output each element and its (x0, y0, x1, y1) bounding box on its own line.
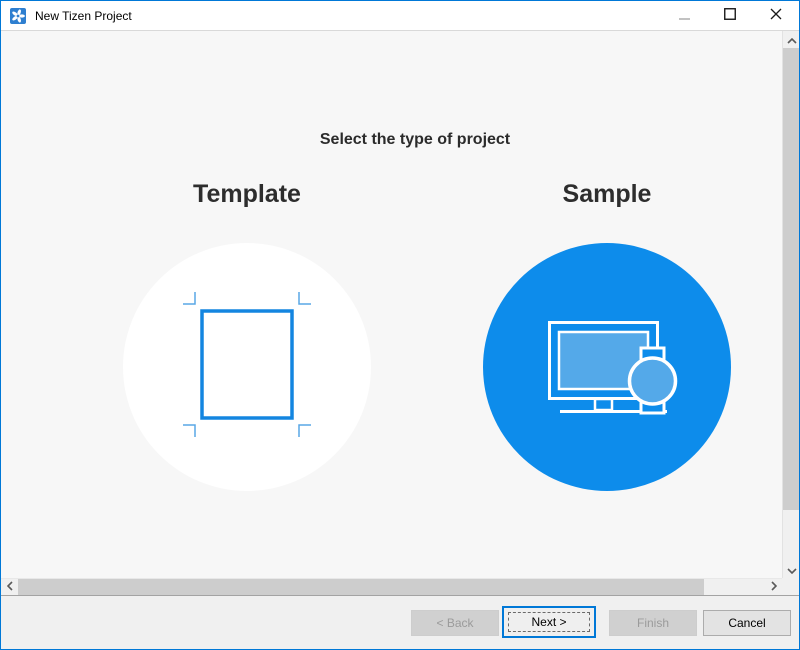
chevron-down-icon (787, 561, 797, 579)
wizard-page: Select the type of project Template Samp… (1, 31, 782, 578)
finish-button[interactable]: Finish (609, 610, 697, 636)
tv-and-watch-icon (548, 321, 678, 422)
scroll-down-button[interactable] (783, 561, 800, 578)
page-heading: Select the type of project (320, 131, 510, 149)
horizontal-scrollbar[interactable] (1, 578, 782, 595)
new-tizen-project-window: New Tizen Project Select the type of pro… (0, 0, 800, 650)
titlebar[interactable]: New Tizen Project (1, 1, 799, 31)
vertical-scrollbar-thumb[interactable] (783, 48, 800, 510)
tizen-logo-icon (10, 8, 26, 24)
minimize-button[interactable] (661, 1, 707, 30)
button-bar: < Back Next > Finish Cancel (1, 596, 799, 649)
horizontal-scrollbar-thumb[interactable] (18, 579, 704, 595)
next-button[interactable]: Next > (505, 609, 593, 635)
chevron-left-icon (7, 578, 13, 596)
scrollbar-corner (782, 578, 800, 595)
close-icon (770, 7, 782, 25)
cancel-button[interactable]: Cancel (703, 610, 791, 636)
chevron-up-icon (787, 31, 797, 49)
next-button-focus-ring: Next > (502, 606, 596, 638)
maximize-icon (724, 7, 736, 25)
sample-option-label: Sample (483, 180, 731, 209)
chevron-right-icon (771, 578, 777, 596)
window-title: New Tizen Project (35, 9, 132, 23)
scroll-right-button[interactable] (765, 579, 782, 595)
close-button[interactable] (753, 1, 799, 30)
scroll-up-button[interactable] (783, 31, 800, 48)
back-button[interactable]: < Back (411, 610, 499, 636)
vertical-scrollbar[interactable] (782, 31, 800, 578)
minimize-icon (679, 7, 690, 25)
sample-option[interactable] (483, 243, 731, 491)
template-option[interactable] (123, 243, 371, 491)
maximize-button[interactable] (707, 1, 753, 30)
window-controls (661, 1, 799, 30)
scroll-left-button[interactable] (1, 579, 18, 595)
template-option-label: Template (123, 180, 371, 209)
template-placeholder-icon (177, 286, 317, 448)
